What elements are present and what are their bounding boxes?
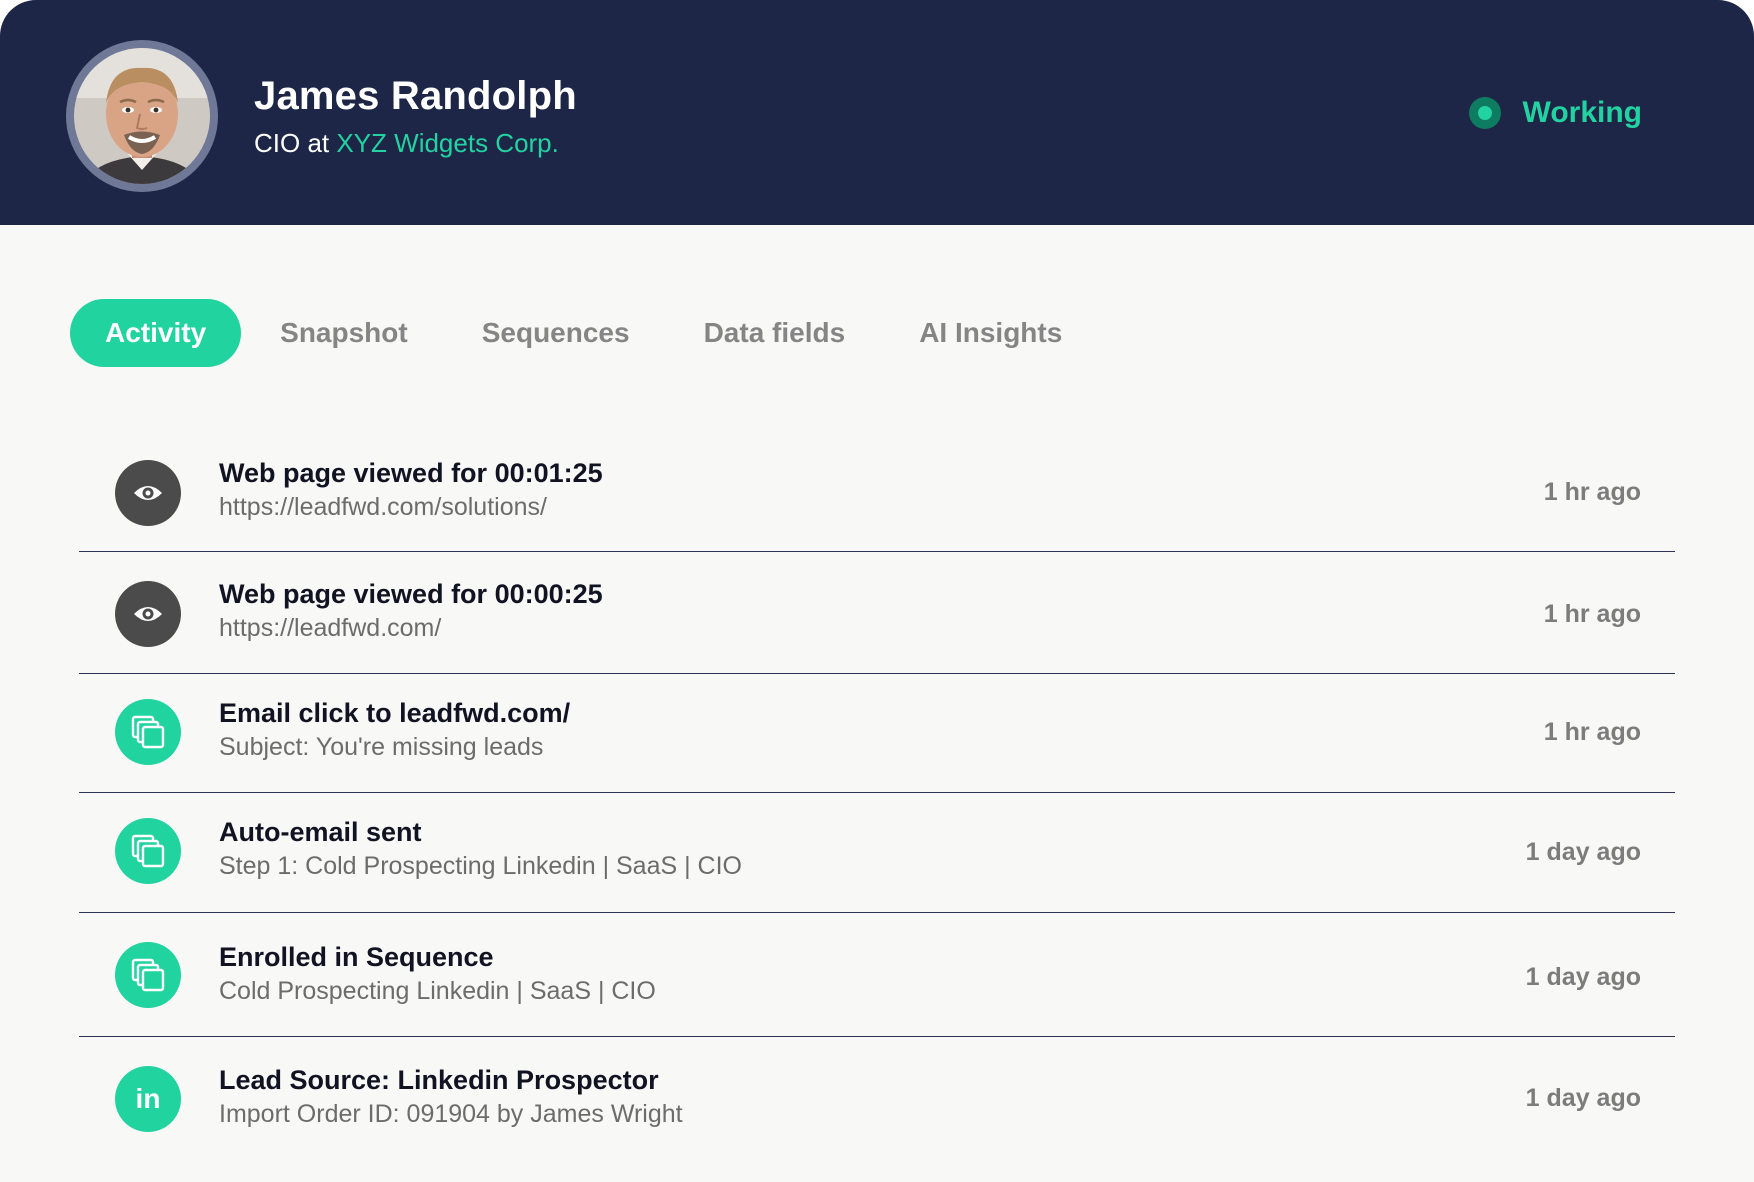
activity-subtitle: Import Order ID: 091904 by James Wright [219, 1100, 683, 1128]
activity-subtitle: Cold Prospecting Linkedin | SaaS | CIO [219, 977, 656, 1005]
linkedin-icon-glyph: in [135, 1083, 161, 1114]
contact-name: James Randolph [254, 74, 577, 118]
activity-time: 1 day ago [1525, 838, 1641, 866]
tab-ai-insights[interactable]: AI Insights [884, 299, 1097, 367]
activity-subtitle: Step 1: Cold Prospecting Linkedin | SaaS… [219, 852, 742, 880]
activity-time: 1 day ago [1525, 1084, 1641, 1112]
activity-list: Web page viewed for 00:01:25 https://lea… [79, 428, 1675, 1162]
linkedin-icon: in [115, 1066, 181, 1132]
contact-card: James Randolph CIO at XYZ Widgets Corp. … [0, 0, 1754, 1182]
role-title: CIO at [254, 128, 337, 158]
copy-icon [115, 699, 181, 765]
activity-row[interactable]: in Lead Source: Linkedin Prospector Impo… [79, 1037, 1675, 1162]
activity-title: Enrolled in Sequence [219, 942, 494, 972]
activity-subtitle: https://leadfwd.com/solutions/ [219, 493, 547, 521]
activity-time: 1 day ago [1525, 963, 1641, 991]
copy-icon [115, 942, 181, 1008]
copy-icon [115, 818, 181, 884]
contact-role: CIO at XYZ Widgets Corp. [254, 128, 559, 159]
activity-row[interactable]: Web page viewed for 00:00:25 https://lea… [79, 552, 1675, 674]
tab-snapshot[interactable]: Snapshot [245, 299, 443, 367]
activity-title: Web page viewed for 00:01:25 [219, 458, 603, 488]
status-label: Working [1522, 96, 1642, 129]
tab-activity[interactable]: Activity [70, 299, 242, 367]
profile-header: James Randolph CIO at XYZ Widgets Corp. … [0, 0, 1754, 225]
activity-row[interactable]: Web page viewed for 00:01:25 https://lea… [79, 428, 1675, 552]
activity-time: 1 hr ago [1543, 478, 1641, 506]
activity-row[interactable]: Email click to leadfwd.com/ Subject: You… [79, 674, 1675, 793]
eye-icon [115, 581, 181, 647]
activity-title: Lead Source: Linkedin Prospector [219, 1065, 659, 1095]
tab-bar: Activity Snapshot Sequences Data fields … [70, 299, 1097, 367]
activity-subtitle: Subject: You're missing leads [219, 733, 544, 761]
activity-subtitle: https://leadfwd.com/ [219, 614, 442, 642]
status-dot-icon [1468, 97, 1501, 129]
activity-title: Web page viewed for 00:00:25 [219, 579, 603, 609]
activity-time: 1 hr ago [1543, 718, 1641, 746]
eye-icon [115, 460, 181, 526]
avatar [66, 40, 218, 192]
activity-row[interactable]: Auto-email sent Step 1: Cold Prospecting… [79, 793, 1675, 913]
tab-data-fields[interactable]: Data fields [669, 299, 881, 367]
status-indicator: Working [1468, 96, 1642, 130]
activity-row[interactable]: Enrolled in Sequence Cold Prospecting Li… [79, 913, 1675, 1037]
company-link[interactable]: XYZ Widgets Corp. [336, 128, 559, 158]
activity-title: Auto-email sent [219, 817, 422, 847]
tab-sequences[interactable]: Sequences [447, 299, 665, 367]
avatar-photo [74, 48, 210, 184]
activity-time: 1 hr ago [1543, 600, 1641, 628]
activity-title: Email click to leadfwd.com/ [219, 698, 571, 728]
